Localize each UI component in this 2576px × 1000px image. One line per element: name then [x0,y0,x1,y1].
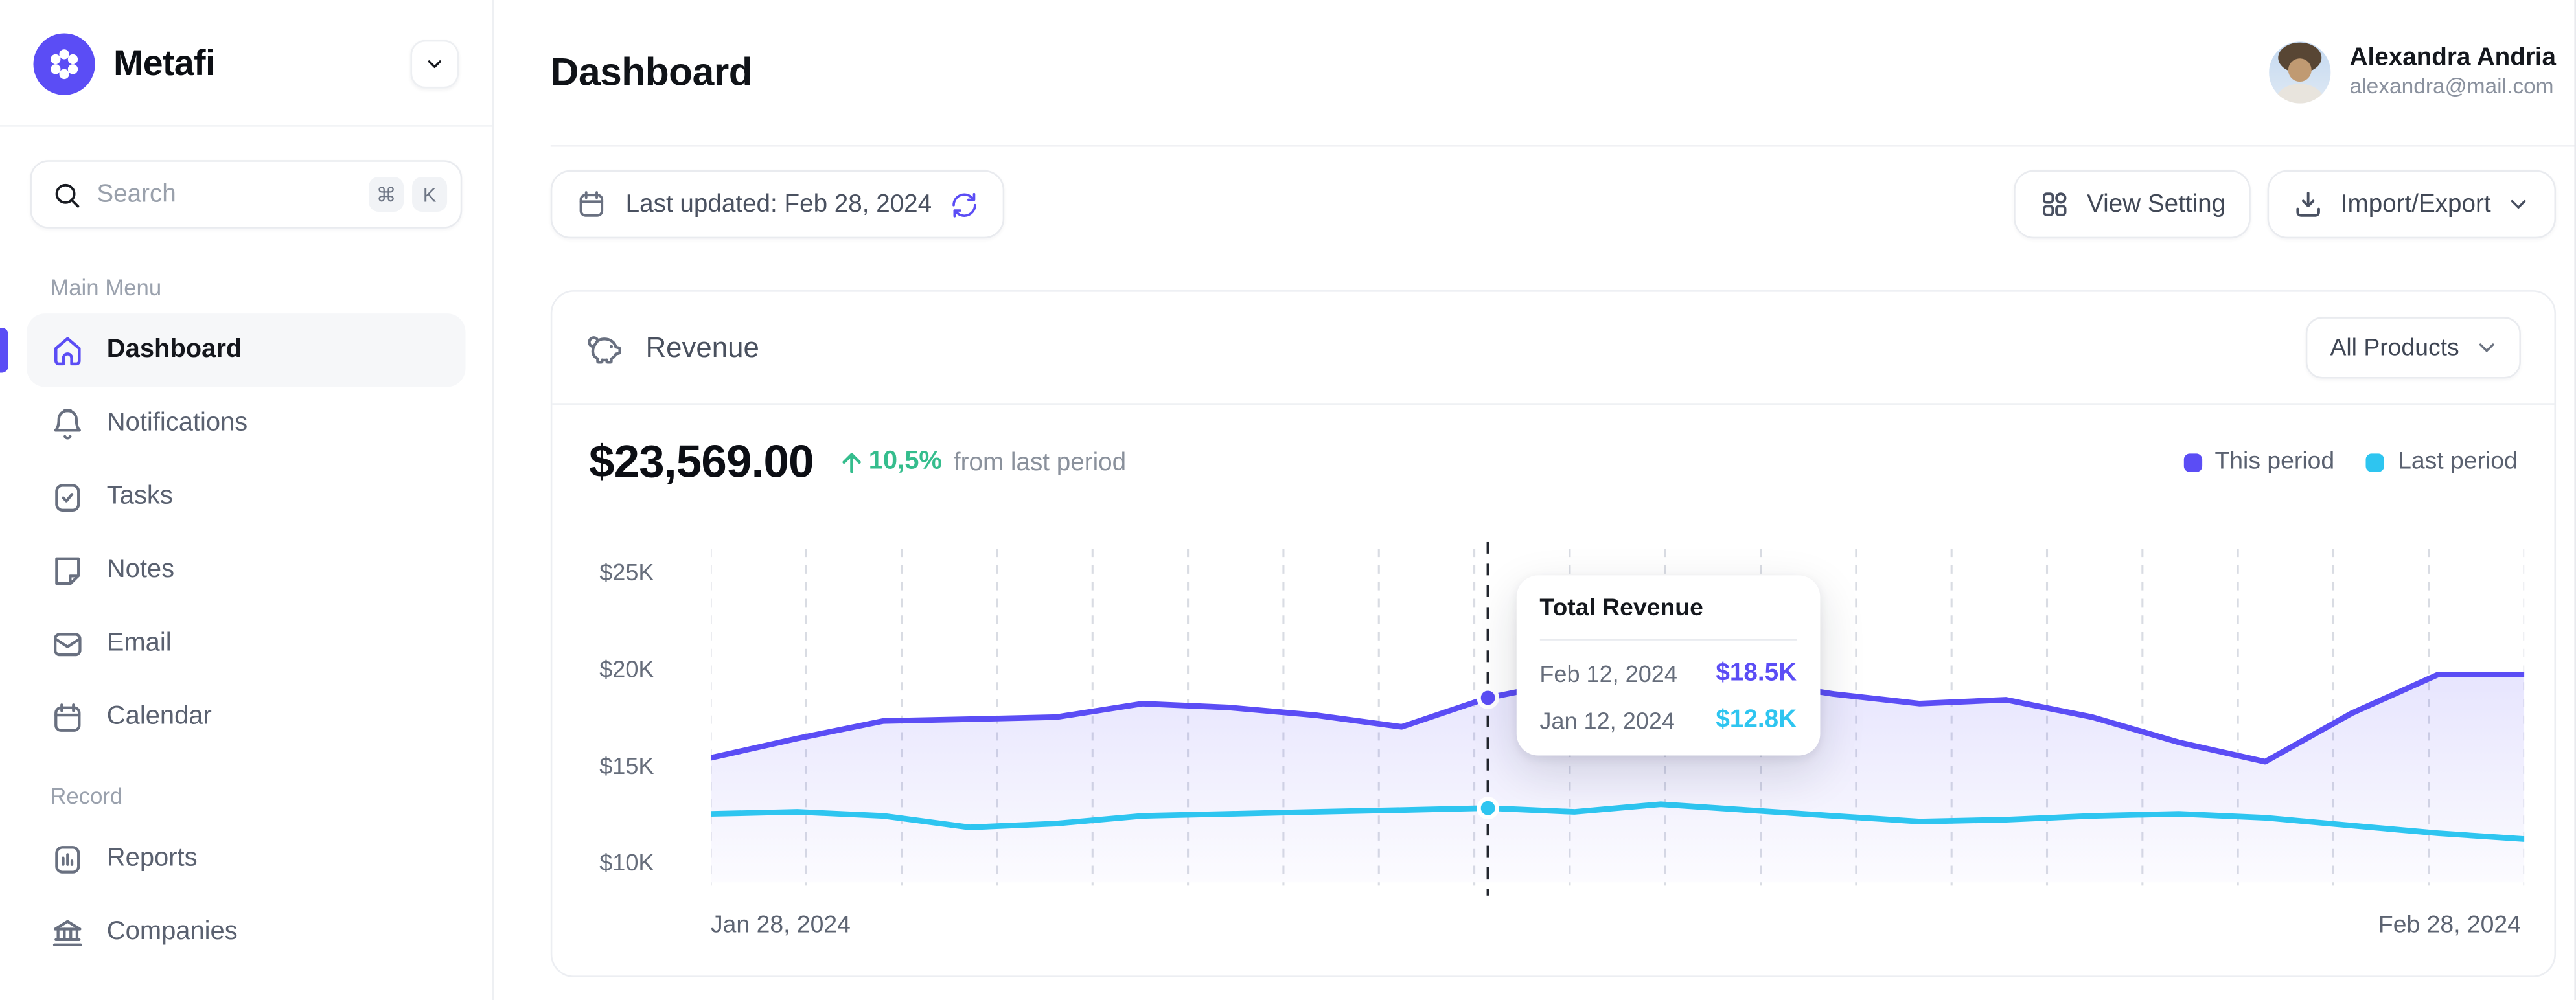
piggy-bank-icon [586,328,626,368]
grid-icon [2038,188,2070,220]
revenue-card-header: Revenue All Products [552,292,2554,405]
legend-swatch-this-period [2183,453,2202,471]
x-axis-start-label: Jan 28, 2024 [711,913,851,939]
download-icon [2292,188,2324,220]
page-title: Dashboard [551,50,752,95]
sidebar-item-tasks[interactable]: Tasks [27,460,465,534]
tooltip-value-last-period: $12.8K [1716,705,1797,734]
active-indicator [0,328,8,373]
sidebar-item-email[interactable]: Email [27,607,465,680]
legend-label: This period [2214,449,2334,475]
section-label-record: Record [0,754,492,823]
app-name: Metafi [113,43,410,85]
sidebar-item-calendar[interactable]: Calendar [27,681,465,754]
revenue-card: Revenue All Products $23,569.00 10,5% fr… [551,290,2556,977]
arrow-up-icon [837,448,866,476]
sidebar: Metafi ⌘ K Main Menu Dashboard Notificat… [0,0,494,1000]
sidebar-item-label: Dashboard [107,335,242,365]
sidebar-item-notifications[interactable]: Notifications [27,387,465,460]
sidebar-item-label: Companies [107,917,238,947]
calendar-icon [575,188,607,220]
legend-item-this-period: This period [2183,449,2335,475]
last-updated-text: Last updated: Feb 28, 2024 [626,190,932,219]
revenue-total: $23,569.00 [589,435,814,488]
search-input[interactable] [97,180,360,209]
sidebar-divider [0,125,492,127]
section-label-main-menu: Main Menu [0,245,492,314]
revenue-chart: $25K $20K $15K $10K Total [552,542,2554,976]
app-logo [34,34,95,95]
k-keycap: K [412,177,447,212]
main-content: Dashboard Alexandra Andria alexandra@mai… [494,0,2576,1000]
cmd-keycap: ⌘ [369,177,404,212]
bar-chart-icon [49,841,86,878]
refresh-icon[interactable] [950,189,980,219]
revenue-delta: 10,5% [837,447,942,477]
main-header: Dashboard Alexandra Andria alexandra@mai… [551,0,2576,147]
tooltip-row: Feb 12, 2024 $18.5K [1539,659,1797,687]
sidebar-collapse-button[interactable] [410,40,459,89]
legend-label: Last period [2398,449,2518,475]
x-axis-end-label: Feb 28, 2024 [2378,913,2521,939]
sidebar-item-notes[interactable]: Notes [27,534,465,607]
view-setting-label: View Setting [2087,190,2225,219]
sidebar-item-reports[interactable]: Reports [27,823,465,896]
y-axis-tick: $20K [577,655,654,682]
search-box[interactable]: ⌘ K [30,160,462,229]
revenue-card-title: Revenue [646,331,759,365]
last-updated-chip[interactable]: Last updated: Feb 28, 2024 [551,170,1006,239]
y-axis-tick: $25K [577,559,654,585]
product-filter-value: All Products [2330,334,2459,361]
sidebar-item-companies[interactable]: Companies [27,896,465,969]
sidebar-item-dashboard[interactable]: Dashboard [27,313,465,387]
note-icon [49,552,86,589]
app-window: Metafi ⌘ K Main Menu Dashboard Notificat… [0,0,2576,1000]
revenue-change-pct: 10,5% [869,447,942,477]
user-email: alexandra@mail.com [2350,74,2556,102]
chart-legend: This period Last period [2152,449,2518,475]
bank-icon [49,914,86,951]
sidebar-item-label: Notifications [107,409,247,438]
tooltip-value-this-period: $18.5K [1716,659,1797,687]
tooltip-date: Feb 12, 2024 [1539,659,1677,686]
chart-tooltip: Total Revenue Feb 12, 2024 $18.5K Jan 12… [1516,575,1820,755]
view-setting-button[interactable]: View Setting [2014,170,2251,239]
tooltip-row: Jan 12, 2024 $12.8K [1539,705,1797,734]
product-filter-select[interactable]: All Products [2305,317,2521,378]
legend-item-last-period: Last period [2366,449,2518,475]
avatar[interactable] [2270,41,2331,103]
revenue-change-note: from last period [954,448,1126,476]
sidebar-item-label: Tasks [107,482,173,512]
import-export-label: Import/Export [2341,190,2491,219]
legend-swatch-last-period [2366,453,2384,471]
home-icon [49,332,86,369]
toolbar: Last updated: Feb 28, 2024 View Setting … [551,170,2556,239]
sidebar-item-label: Email [107,629,172,659]
mail-icon [49,626,86,663]
calendar-icon [49,699,86,736]
import-export-button[interactable]: Import/Export [2267,170,2556,239]
tooltip-date: Jan 12, 2024 [1539,707,1675,733]
bell-icon [49,405,86,442]
flower-logo-icon [45,45,84,84]
chevron-down-icon [2506,192,2531,217]
revenue-stats-row: $23,569.00 10,5% from last period This p… [552,405,2554,489]
sidebar-item-label: Calendar [107,702,212,732]
sidebar-item-label: Reports [107,844,198,874]
y-axis-tick: $10K [577,849,654,876]
chevron-down-icon [2474,335,2500,361]
check-square-icon [49,479,86,516]
y-axis-tick: $15K [577,752,654,778]
search-icon [52,179,82,209]
chevron-down-icon [424,53,445,74]
sidebar-item-label: Notes [107,556,174,585]
logo-row: Metafi [0,0,492,125]
tooltip-title: Total Revenue [1539,595,1797,641]
user-menu[interactable]: Alexandra Andria alexandra@mail.com [2270,41,2556,103]
user-name: Alexandra Andria [2350,43,2556,74]
